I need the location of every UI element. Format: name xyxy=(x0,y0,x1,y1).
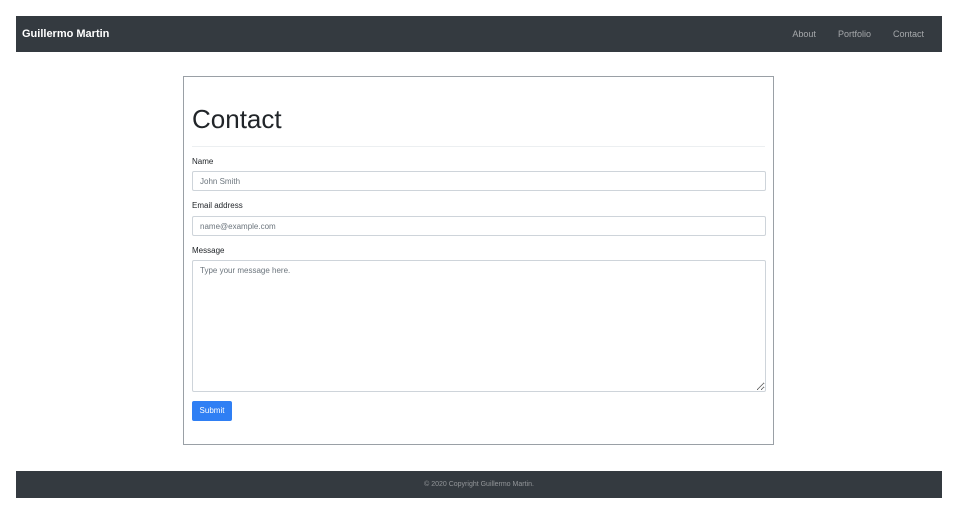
nav-links: About Portfolio Contact xyxy=(781,16,942,52)
email-label: Email address xyxy=(192,201,243,210)
brand-link[interactable]: Guillermo Martin xyxy=(22,16,109,52)
page: Guillermo Martin About Portfolio Contact… xyxy=(0,0,958,513)
nav-link-contact[interactable]: Contact xyxy=(882,16,942,52)
contact-card: Contact Name Email address Message Submi… xyxy=(183,76,774,445)
message-label: Message xyxy=(192,246,225,255)
name-label: Name xyxy=(192,157,214,166)
nav-link-portfolio[interactable]: Portfolio xyxy=(827,16,882,52)
name-input[interactable] xyxy=(192,171,766,191)
footer-copyright: © 2020 Copyright Guillermo Martin. xyxy=(424,481,534,488)
title-divider xyxy=(192,146,765,147)
email-input[interactable] xyxy=(192,216,766,236)
nav-link-about[interactable]: About xyxy=(781,16,827,52)
submit-button[interactable]: Submit xyxy=(192,401,232,421)
footer: © 2020 Copyright Guillermo Martin. xyxy=(16,471,942,498)
navbar: Guillermo Martin About Portfolio Contact xyxy=(16,16,942,52)
page-title: Contact xyxy=(192,104,282,134)
message-textarea[interactable] xyxy=(192,260,766,392)
